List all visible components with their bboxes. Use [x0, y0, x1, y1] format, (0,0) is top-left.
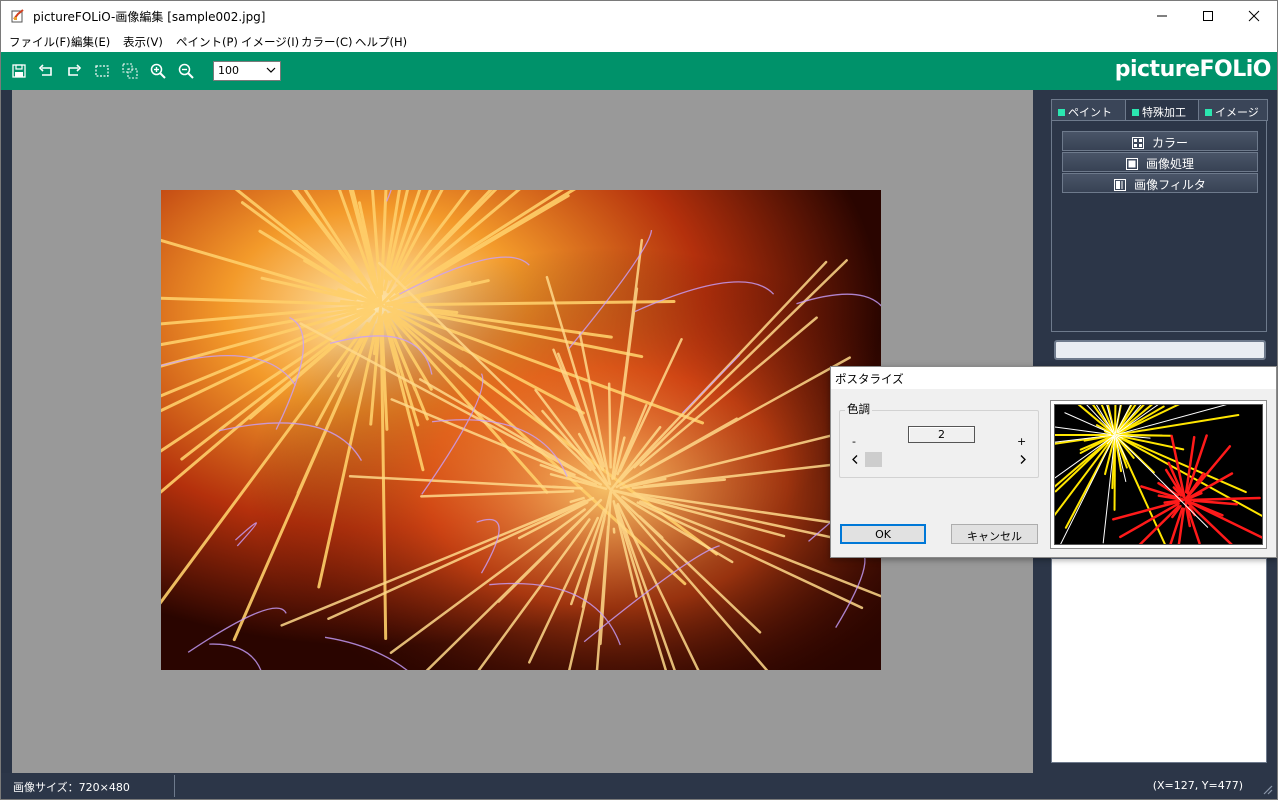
- menu-color[interactable]: カラー(C): [301, 34, 353, 50]
- close-icon: [1248, 10, 1260, 22]
- tone-slider[interactable]: [848, 451, 1031, 468]
- undo-icon[interactable]: [37, 62, 55, 80]
- chevron-right-icon[interactable]: [1018, 454, 1028, 465]
- plus-label: +: [1017, 435, 1027, 448]
- tab-dot-icon: [1132, 109, 1139, 116]
- posterize-dialog: ポスタライズ 2 - + 色調 OK キャンセル: [830, 366, 1277, 558]
- menu-view[interactable]: 表示(V): [123, 34, 163, 50]
- maximize-button[interactable]: [1185, 1, 1231, 31]
- tab-image[interactable]: イメージ: [1198, 99, 1268, 121]
- minimize-icon: [1157, 15, 1167, 17]
- tab-special[interactable]: 特殊加工: [1125, 99, 1199, 121]
- tab-dot-icon: [1058, 109, 1065, 116]
- dialog-title: ポスタライズ: [831, 367, 1276, 389]
- select-copy-icon[interactable]: [121, 62, 139, 80]
- frame-icon: [1125, 158, 1138, 170]
- save-icon[interactable]: [10, 62, 28, 80]
- menu-file[interactable]: ファイル(F): [9, 34, 71, 50]
- tone-label: 色調: [845, 401, 872, 417]
- status-bar: 画像サイズ：720×480 (X=127, Y=477): [1, 773, 1277, 799]
- close-button[interactable]: [1231, 1, 1277, 31]
- tab-dot-icon: [1205, 109, 1212, 116]
- image-filter-button[interactable]: 画像フィルタ: [1062, 173, 1258, 193]
- minimize-button[interactable]: [1139, 1, 1185, 31]
- resize-grip-icon[interactable]: [1261, 783, 1273, 795]
- zoom-in-icon[interactable]: [149, 62, 167, 80]
- color-button[interactable]: カラー: [1062, 131, 1258, 151]
- cursor-coords: (X=127, Y=477): [1152, 779, 1243, 792]
- select-rect-icon[interactable]: [93, 62, 111, 80]
- left-edge: [1, 90, 12, 773]
- fireworks-image: [161, 190, 881, 670]
- tab-paint[interactable]: ペイント: [1051, 99, 1126, 121]
- title-bar: pictureFOLiO-画像編集 [sample002.jpg]: [1, 1, 1277, 31]
- zoom-select[interactable]: 100: [213, 61, 281, 81]
- posterized-preview: [1055, 405, 1262, 544]
- panel-preview-area: [1051, 558, 1267, 763]
- ok-button[interactable]: OK: [840, 524, 926, 544]
- minus-label: -: [852, 435, 856, 448]
- cancel-button[interactable]: キャンセル: [951, 524, 1038, 544]
- panel-tabs: ペイント 特殊加工 イメージ: [1051, 99, 1268, 121]
- maximize-icon: [1203, 11, 1213, 21]
- chevron-down-icon: [266, 67, 276, 73]
- image-canvas[interactable]: [161, 190, 881, 670]
- color-grid-icon: [1131, 137, 1144, 149]
- window-title: pictureFOLiO-画像編集 [sample002.jpg]: [33, 10, 266, 24]
- redo-icon[interactable]: [65, 62, 83, 80]
- menu-help[interactable]: ヘルプ(H): [355, 34, 407, 50]
- image-size-status: 画像サイズ：720×480: [13, 781, 130, 794]
- menu-edit[interactable]: 編集(E): [71, 34, 110, 50]
- chevron-left-icon[interactable]: [850, 454, 860, 465]
- image-process-button[interactable]: 画像処理: [1062, 152, 1258, 172]
- tone-groupbox: 2 - +: [839, 410, 1039, 478]
- status-divider: [174, 775, 175, 797]
- menu-paint[interactable]: ペイント(P): [176, 34, 238, 50]
- menu-image[interactable]: イメージ(I): [241, 34, 299, 50]
- filter-icon: [1114, 179, 1127, 191]
- toolbar: 100 pictureFOLiO: [1, 52, 1277, 90]
- preview-frame: [1050, 400, 1267, 549]
- brand-logo: pictureFOLiO: [1114, 57, 1272, 82]
- app-window: pictureFOLiO-画像編集 [sample002.jpg] ファイル(F…: [0, 0, 1278, 800]
- zoom-value: 100: [218, 64, 239, 77]
- zoom-out-icon[interactable]: [177, 62, 195, 80]
- panel-progress-field: [1054, 340, 1266, 360]
- tone-value-field[interactable]: 2: [908, 426, 975, 443]
- slider-thumb[interactable]: [865, 452, 882, 467]
- panel-content: カラー 画像処理 画像フィルタ: [1051, 120, 1267, 332]
- menu-bar: ファイル(F) 編集(E) 表示(V) ペイント(P) イメージ(I) カラー(…: [1, 31, 1277, 52]
- app-icon: [11, 9, 24, 23]
